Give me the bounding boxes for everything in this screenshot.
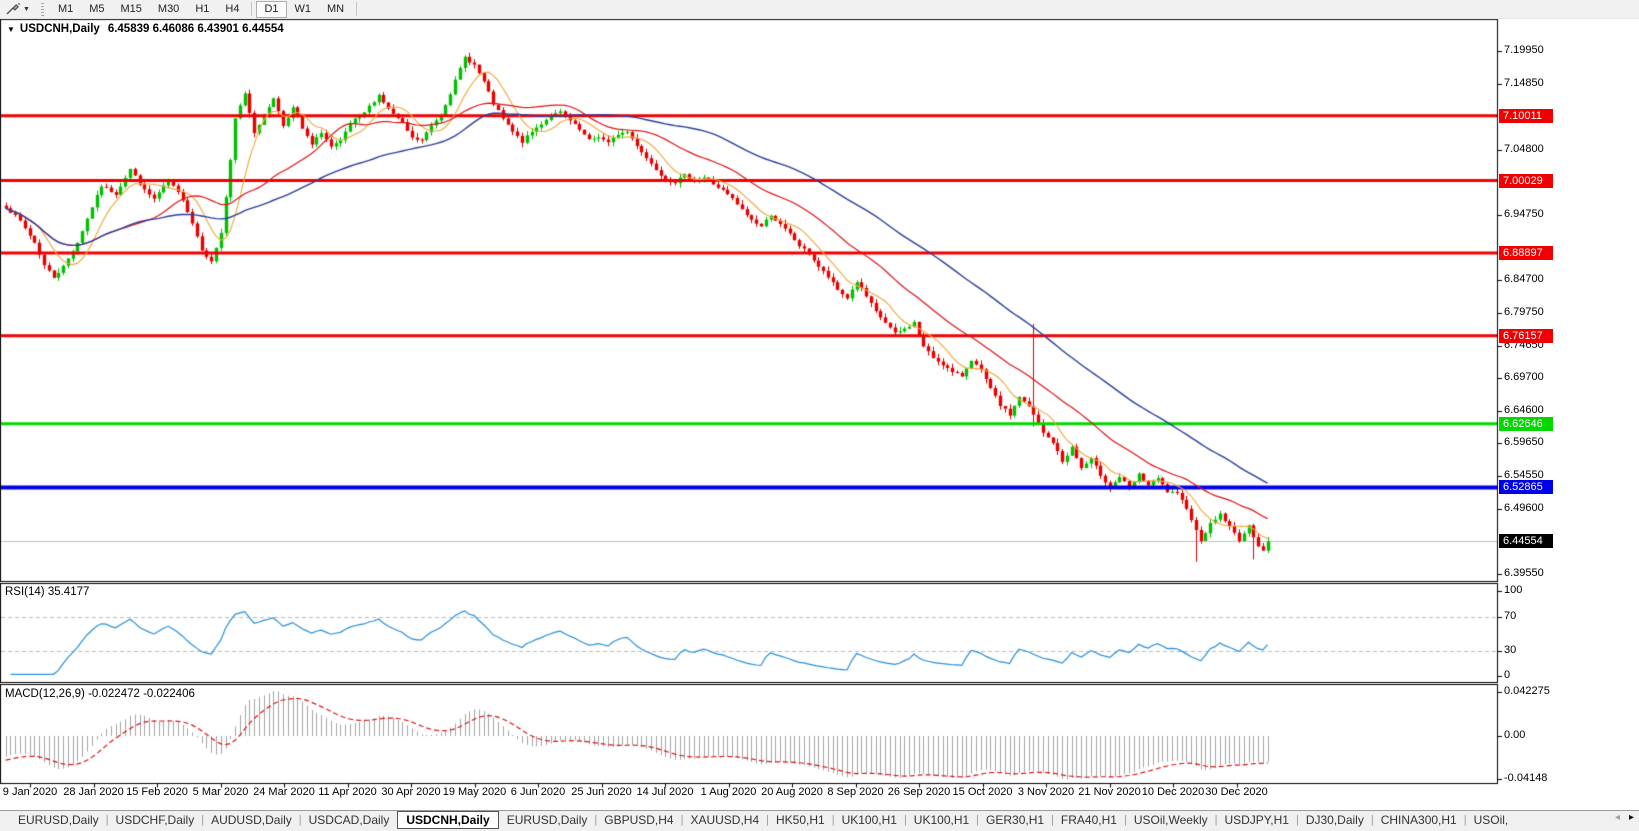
price-tick-label: 6.49600 bbox=[1504, 501, 1544, 514]
macd-tick-label: 0.042275 bbox=[1504, 684, 1550, 697]
price-tick-label: 6.84700 bbox=[1504, 273, 1544, 286]
time-axis-label: 21 Nov 2020 bbox=[1078, 786, 1141, 798]
chart-title: ▼ USDCNH,Daily 6.45839 6.46086 6.43901 6.4… bbox=[7, 23, 284, 35]
timeframe-button-w1[interactable]: W1 bbox=[287, 1, 320, 18]
price-tick-label: 6.39550 bbox=[1504, 567, 1544, 579]
chevron-down-icon[interactable]: ▼ bbox=[23, 6, 30, 13]
chart-tab-xauusd-h4[interactable]: XAUUSD,H4 bbox=[682, 812, 767, 828]
tab-scroll-arrows: ◂ ▸ bbox=[1615, 812, 1634, 823]
price-tick-label: 6.79750 bbox=[1504, 305, 1544, 318]
time-axis-label: 5 Mar 2020 bbox=[192, 786, 249, 798]
level-price-badge: 7.10011 bbox=[1499, 108, 1553, 123]
chart-tab-usoil-weekly[interactable]: USOil,Weekly bbox=[1126, 812, 1216, 828]
level-price-badge: 7.00029 bbox=[1499, 173, 1553, 188]
rsi-indicator-label: RSI(14) 35.4177 bbox=[5, 586, 90, 598]
timeframe-button-group: M1 M5 M15 M30 H1 H4 D1 W1 MN bbox=[50, 0, 361, 18]
price-tick-label: 6.64600 bbox=[1504, 404, 1544, 417]
time-axis-label: 3 Nov 2020 bbox=[1017, 786, 1075, 798]
toolbar-separator bbox=[356, 2, 358, 16]
time-axis-label: 30 Dec 2020 bbox=[1205, 786, 1268, 798]
price-tick-label: 7.14850 bbox=[1504, 77, 1544, 90]
time-axis-label: 10 Dec 2020 bbox=[1141, 786, 1205, 798]
timeframe-button-m30[interactable]: M30 bbox=[150, 1, 187, 18]
macd-tick-label: 0.00 bbox=[1504, 729, 1526, 741]
chart-tab-usdchf-daily[interactable]: USDCHF,Daily bbox=[108, 812, 203, 828]
chart-tab-uk100-h1[interactable]: UK100,H1 bbox=[834, 812, 905, 828]
price-tick-label: 7.19950 bbox=[1504, 44, 1544, 56]
time-axis-label: 14 Jul 2020 bbox=[636, 786, 694, 798]
level-price-badge: 6.62646 bbox=[1499, 416, 1553, 431]
symbol-period-label: USDCNH,Daily bbox=[19, 23, 100, 35]
top-toolbar: ▼ M1 M5 M15 M30 H1 H4 D1 W1 MN bbox=[0, 0, 1639, 19]
level-price-badge: 6.52865 bbox=[1499, 480, 1553, 495]
time-axis-label: 15 Oct 2020 bbox=[952, 786, 1013, 798]
time-axis-label: 26 Sep 2020 bbox=[887, 786, 951, 798]
macd-tick-label: -0.04148 bbox=[1504, 772, 1548, 785]
time-axis-label: 30 Apr 2020 bbox=[381, 786, 441, 798]
price-tick-label: 6.94750 bbox=[1504, 207, 1544, 220]
macd-indicator-label: MACD(12,26,9) -0.022472 -0.022406 bbox=[5, 688, 195, 700]
tab-scroll-left-icon[interactable]: ◂ bbox=[1615, 812, 1620, 823]
time-axis-label: 28 Jan 2020 bbox=[63, 786, 124, 798]
price-tick-label: 7.04800 bbox=[1504, 142, 1544, 155]
timeframe-button-m15[interactable]: M15 bbox=[113, 1, 150, 18]
time-axis-label: 19 May 2020 bbox=[442, 786, 507, 798]
ohlc-values: 6.45839 6.46086 6.43901 6.44554 bbox=[107, 23, 284, 35]
chart-tab-fra40-h1[interactable]: FRA40,H1 bbox=[1053, 812, 1125, 828]
time-axis-label: 20 Aug 2020 bbox=[761, 786, 823, 798]
tab-scroll-right-icon[interactable]: ▸ bbox=[1629, 812, 1634, 823]
rsi-tick-label: 30 bbox=[1504, 643, 1517, 656]
time-axis-label: 24 Mar 2020 bbox=[253, 786, 315, 798]
timeframe-button-h1[interactable]: H1 bbox=[187, 1, 217, 18]
timeframe-button-m5[interactable]: M5 bbox=[81, 1, 112, 18]
timeframe-button-d1[interactable]: D1 bbox=[256, 0, 287, 18]
chart-tab-usdjpy-h1[interactable]: USDJPY,H1 bbox=[1216, 812, 1296, 828]
rsi-tick-label: 70 bbox=[1504, 609, 1517, 622]
time-axis-label: 8 Sep 2020 bbox=[827, 786, 884, 798]
current-price-badge: 6.44554 bbox=[1499, 534, 1553, 549]
chart-tab-dj30-daily[interactable]: DJ30,Daily bbox=[1298, 812, 1372, 828]
chart-tab-ger30-h1[interactable]: GER30,H1 bbox=[978, 812, 1052, 828]
chart-canvas[interactable] bbox=[0, 0, 1639, 831]
toolbar-separator bbox=[251, 2, 253, 16]
level-price-badge: 6.88897 bbox=[1499, 245, 1553, 260]
rsi-tick-label: 100 bbox=[1504, 584, 1523, 596]
chart-tab-usoil-[interactable]: USOil, bbox=[1466, 812, 1517, 828]
chart-tab-gbpusd-h4[interactable]: GBPUSD,H4 bbox=[596, 812, 681, 828]
timeframe-button-h4[interactable]: H4 bbox=[217, 1, 247, 18]
time-axis-label: 25 Jun 2020 bbox=[571, 786, 632, 798]
timeframe-button-m1[interactable]: M1 bbox=[50, 1, 81, 18]
price-tick-label: 6.59650 bbox=[1504, 436, 1544, 449]
time-axis-label: 6 Jun 2020 bbox=[510, 786, 566, 798]
price-scale[interactable] bbox=[1497, 19, 1639, 784]
chart-tab-usdcnh-daily[interactable]: USDCNH,Daily bbox=[397, 811, 499, 829]
chart-tab-china300-h1[interactable]: CHINA300,H1 bbox=[1373, 812, 1465, 828]
rsi-tick-label: 0 bbox=[1504, 669, 1511, 681]
timeframe-button-mn[interactable]: MN bbox=[319, 1, 352, 18]
pen-tool-icon[interactable] bbox=[4, 2, 22, 17]
collapse-triangle-icon[interactable]: ▼ bbox=[7, 25, 15, 34]
chart-tab-eurusd-daily[interactable]: EURUSD,Daily bbox=[10, 812, 107, 828]
chart-tab-uk100-h1[interactable]: UK100,H1 bbox=[906, 812, 977, 828]
chart-tab-hk50-h1[interactable]: HK50,H1 bbox=[768, 812, 833, 828]
price-tick-label: 6.69700 bbox=[1504, 370, 1544, 383]
time-axis-label: 9 Jan 2020 bbox=[2, 786, 58, 798]
time-axis-label: 1 Aug 2020 bbox=[700, 786, 757, 798]
chart-tab-usdcad-daily[interactable]: USDCAD,Daily bbox=[301, 812, 398, 828]
chart-tab-bar: EURUSD,Daily | USDCHF,Daily | AUDUSD,Daily | U… bbox=[0, 810, 1639, 829]
time-axis-label: 11 Apr 2020 bbox=[318, 786, 377, 798]
level-price-badge: 6.76157 bbox=[1499, 328, 1553, 343]
toolbar-grip[interactable] bbox=[40, 2, 44, 16]
chart-tab-eurusd-daily[interactable]: EURUSD,Daily bbox=[499, 812, 596, 828]
chart-tab-audusd-daily[interactable]: AUDUSD,Daily bbox=[203, 812, 300, 828]
time-axis-label: 15 Feb 2020 bbox=[126, 786, 188, 798]
